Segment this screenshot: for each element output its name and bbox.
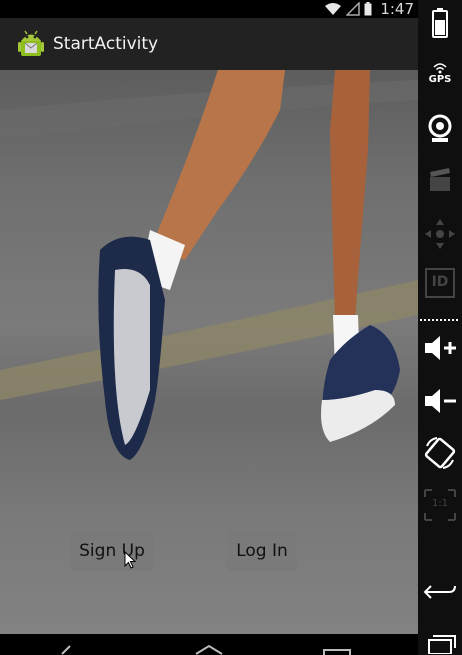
dpad-control[interactable] [418,218,462,250]
back-arrow-icon [423,585,456,599]
cell-signal-icon [346,2,361,16]
gps-signal-icon [433,63,447,74]
log-in-button[interactable]: Log In [227,531,297,571]
volume-up-button[interactable] [418,334,462,362]
nav-home-icon[interactable] [194,644,224,655]
recent-apps-icon [428,635,456,654]
action-bar: StartActivity [0,18,418,70]
rotate-button[interactable] [418,436,462,470]
wifi-icon [325,3,342,15]
gps-label: GPS [428,74,452,85]
battery-icon [432,8,448,38]
device-screen: 1:47 StartActivity Sign Up Log In [0,0,418,655]
dotted-divider [420,319,460,321]
dpad-icon [425,219,455,249]
mouse-cursor-icon [124,551,136,569]
scale-label: 1:1 [431,498,449,509]
volume-down-icon [425,389,456,413]
panel-divider [418,318,462,322]
sign-up-button[interactable]: Sign Up [70,531,154,571]
battery-icon [364,2,372,16]
media-control[interactable] [418,168,462,192]
volume-up-icon [425,336,456,360]
nav-back-icon[interactable] [60,644,80,655]
status-bar: 1:47 [0,0,418,18]
rotate-icon [424,437,456,469]
android-app-icon [18,30,44,56]
scale-control[interactable]: 1:1 [418,488,462,522]
status-time: 1:47 [380,0,414,18]
gps-control[interactable]: GPS [418,62,462,85]
battery-control[interactable] [418,8,462,38]
navigation-bar [0,634,418,655]
back-button[interactable] [418,582,462,602]
status-icons: 1:47 [324,0,414,18]
id-label: ID [431,274,449,290]
camera-control[interactable] [418,114,462,144]
runner-photo [0,70,418,460]
clapperboard-icon [430,168,450,191]
app-title: StartActivity [53,34,159,54]
background-image-runner: Sign Up Log In [0,70,418,634]
webcam-icon [428,114,452,142]
recent-apps-button[interactable] [418,634,462,654]
emulator-side-toolbar: GPS ID 1:1 [418,0,462,655]
device-id-control[interactable]: ID [418,268,462,298]
volume-down-button[interactable] [418,387,462,415]
nav-recents-icon[interactable] [322,644,352,655]
